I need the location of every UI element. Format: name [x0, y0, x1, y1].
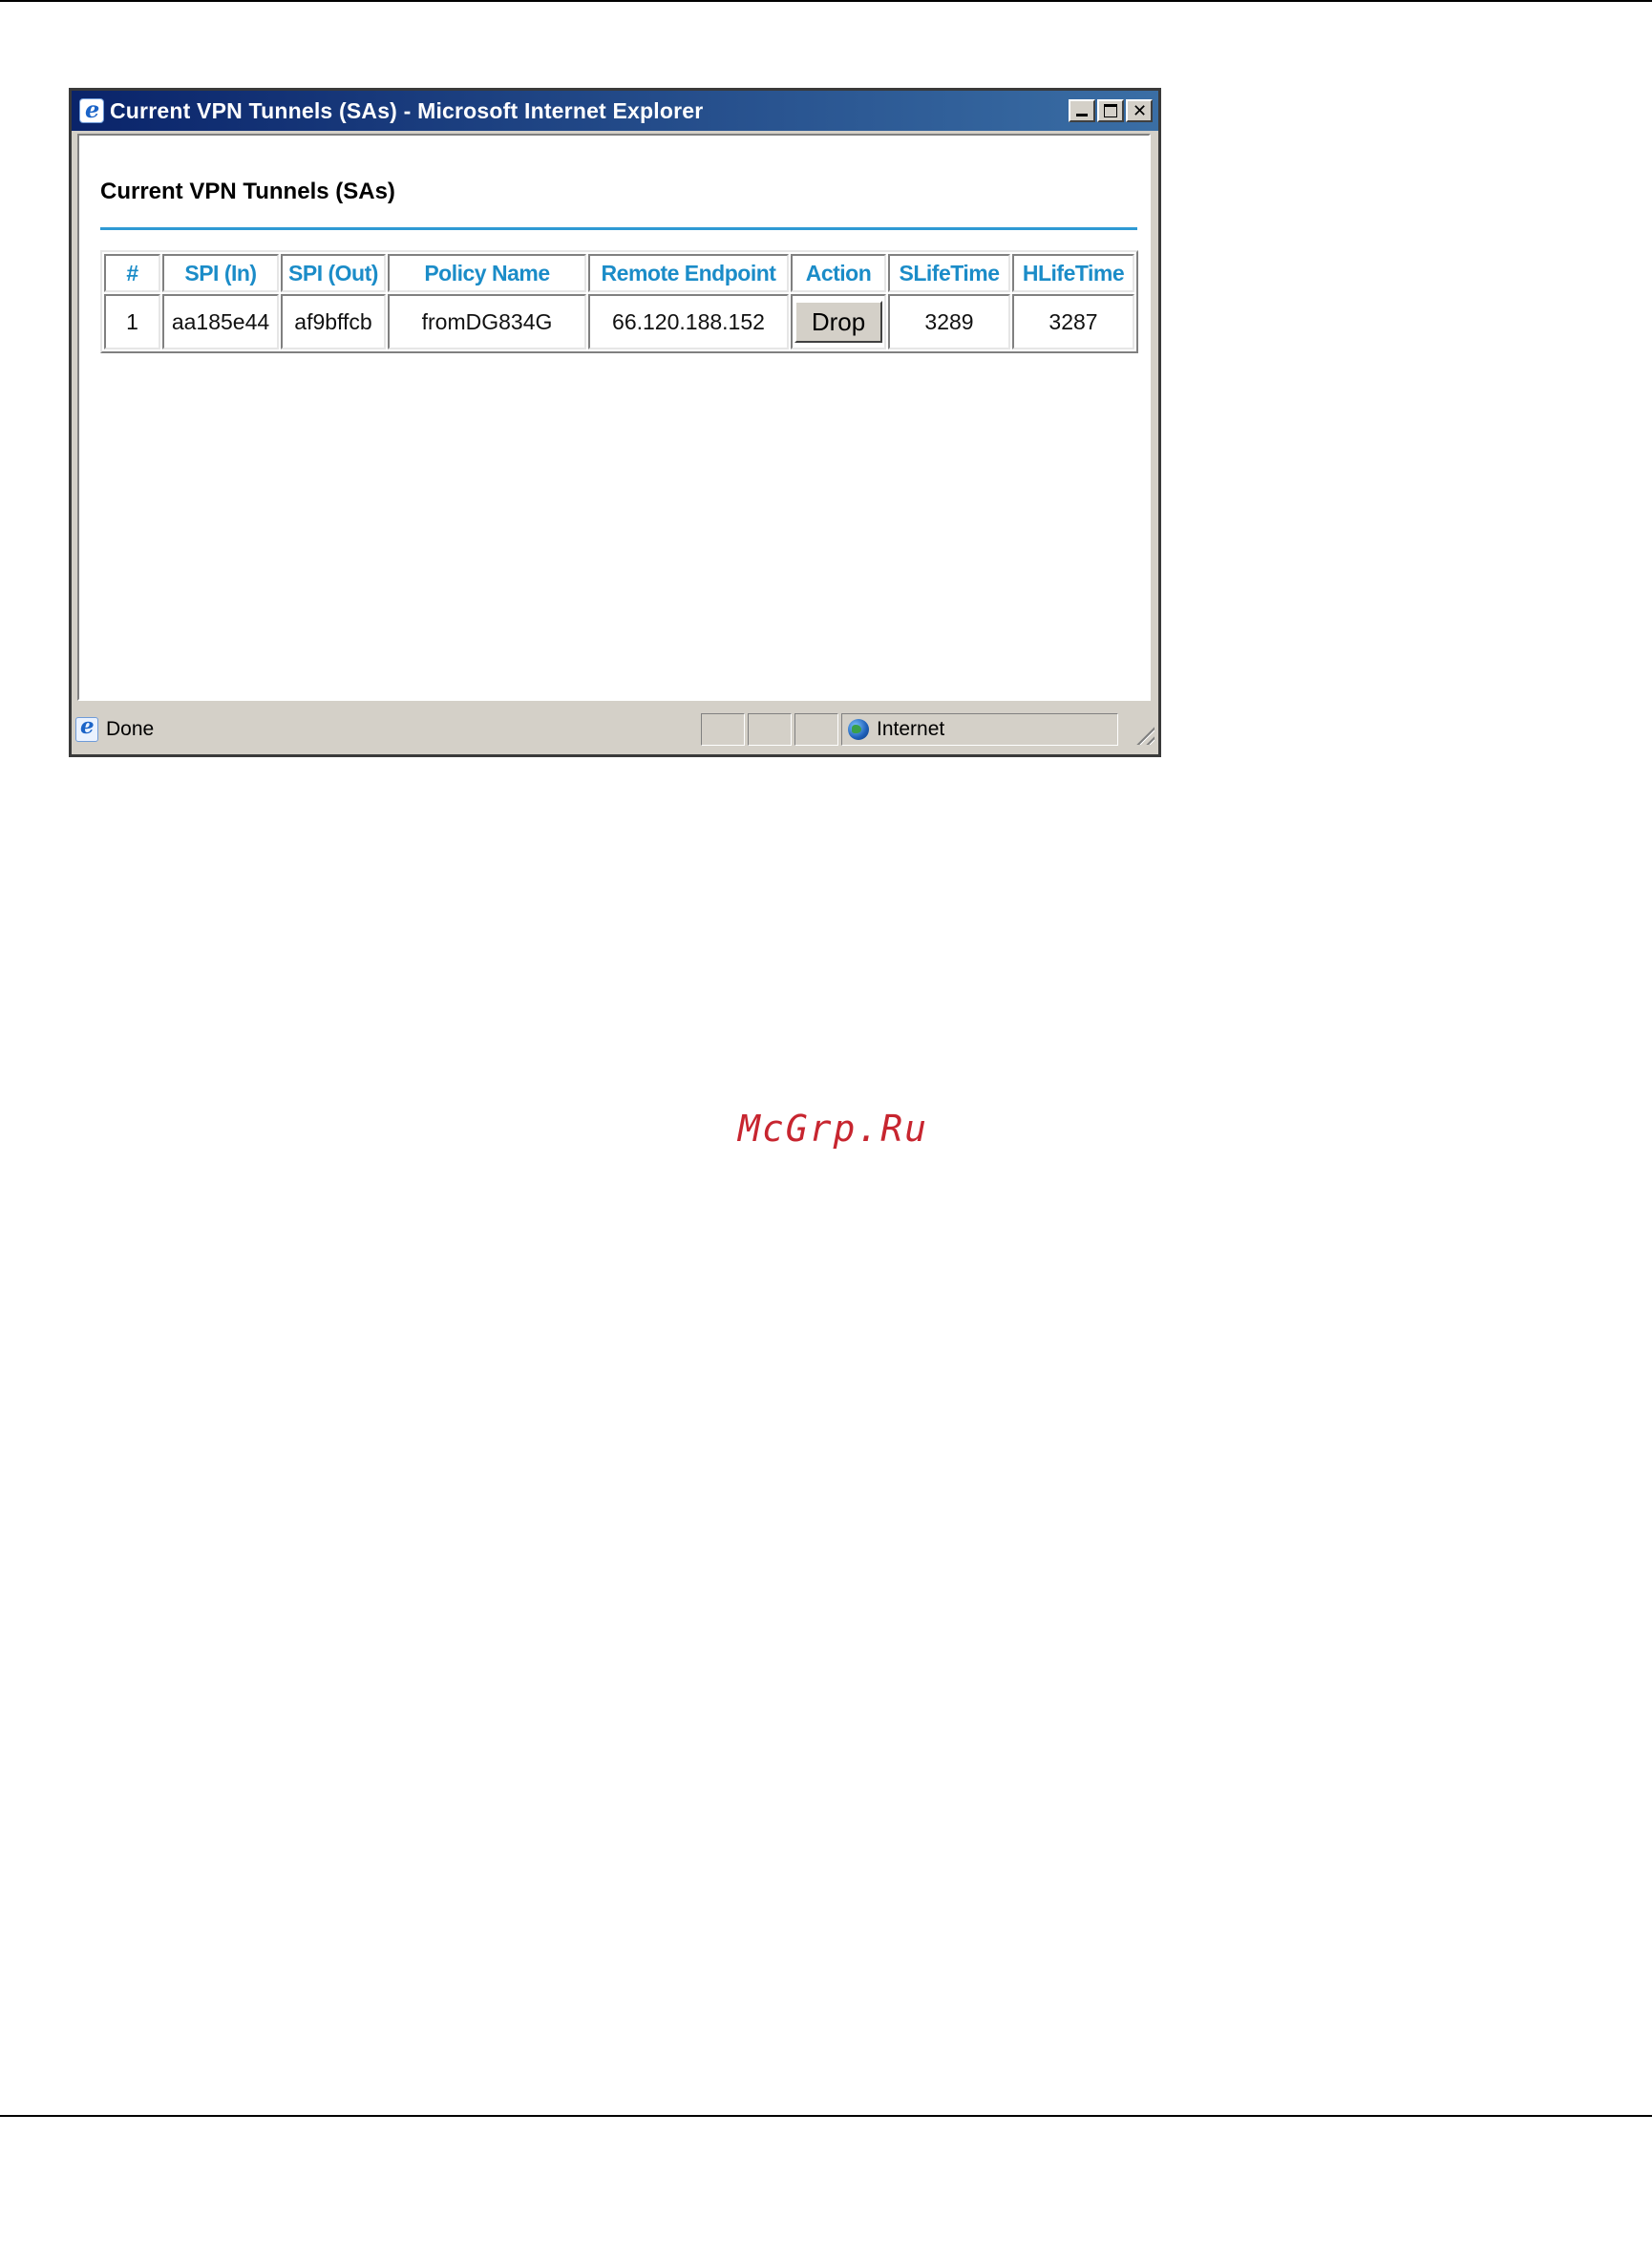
ie-window: Current VPN Tunnels (SAs) - Microsoft In… [69, 88, 1161, 757]
status-pane [748, 713, 792, 746]
table-header-row: # SPI (In) SPI (Out) Policy Name Remote … [104, 254, 1134, 292]
page-icon [75, 713, 98, 742]
header-remote-endpoint: Remote Endpoint [588, 254, 789, 292]
vpn-tunnels-table: # SPI (In) SPI (Out) Policy Name Remote … [100, 250, 1138, 353]
page-top-rule [0, 0, 1652, 2]
cell-policy-name: fromDG834G [388, 294, 586, 349]
page-bottom-rule [0, 2115, 1652, 2117]
close-button[interactable] [1126, 99, 1153, 122]
watermark: McGrp.Ru [738, 1108, 929, 1150]
header-spi-in: SPI (In) [162, 254, 279, 292]
header-policy-name: Policy Name [388, 254, 586, 292]
cell-remote-endpoint: 66.120.188.152 [588, 294, 789, 349]
table-row: 1 aa185e44 af9bffcb fromDG834G 66.120.18… [104, 294, 1134, 349]
header-number: # [104, 254, 160, 292]
header-slifetime: SLifeTime [888, 254, 1010, 292]
cell-spi-out: af9bffcb [281, 294, 386, 349]
security-zone: Internet [841, 713, 1118, 746]
heading-divider [100, 227, 1137, 230]
drop-button[interactable]: Drop [794, 301, 882, 343]
globe-icon [848, 719, 869, 740]
title-bar[interactable]: Current VPN Tunnels (SAs) - Microsoft In… [72, 91, 1158, 131]
cell-number: 1 [104, 294, 160, 349]
cell-hlifetime: 3287 [1012, 294, 1134, 349]
browser-content: Current VPN Tunnels (SAs) # SPI (In) SPI… [77, 134, 1151, 701]
zone-label: Internet [877, 718, 945, 740]
page-title: Current VPN Tunnels (SAs) [100, 179, 395, 204]
status-pane [794, 713, 838, 746]
header-action: Action [791, 254, 886, 292]
cell-slifetime: 3289 [888, 294, 1010, 349]
status-pane [701, 713, 745, 746]
window-title: Current VPN Tunnels (SAs) - Microsoft In… [110, 97, 704, 123]
internet-explorer-icon [79, 95, 104, 123]
header-hlifetime: HLifeTime [1012, 254, 1134, 292]
status-bar: Done Internet [72, 710, 1158, 749]
resize-grip-icon[interactable] [1133, 724, 1154, 745]
cell-action: Drop [791, 294, 886, 349]
cell-spi-in: aa185e44 [162, 294, 279, 349]
maximize-button[interactable] [1097, 99, 1124, 122]
window-controls [1069, 99, 1153, 122]
minimize-button[interactable] [1069, 99, 1095, 122]
header-spi-out: SPI (Out) [281, 254, 386, 292]
status-text: Done [106, 718, 155, 740]
